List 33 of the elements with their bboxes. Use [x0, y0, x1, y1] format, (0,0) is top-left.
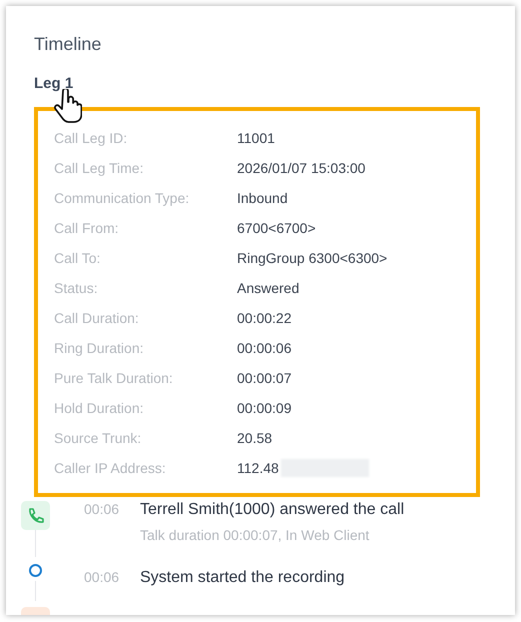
detail-value: Answered: [237, 280, 300, 296]
detail-value: 00:00:06: [237, 340, 292, 356]
detail-label: Call Duration:: [54, 310, 140, 326]
detail-value: 20.58: [237, 430, 272, 446]
phone-icon: [20, 501, 50, 530]
detail-label: Call Leg ID:: [54, 130, 128, 146]
detail-value: 6700<6700>: [237, 220, 316, 236]
detail-label: Ring Duration:: [54, 340, 144, 356]
detail-value: 00:00:09: [237, 400, 292, 416]
detail-value: Inbound: [237, 190, 288, 206]
detail-value: 00:00:22: [237, 310, 292, 326]
circle-icon: [28, 564, 42, 577]
detail-value: 2026/01/07 15:03:00: [237, 160, 366, 176]
event-text: System started the recording: [140, 569, 345, 587]
detail-label: Call From:: [54, 220, 120, 236]
detail-label: Caller IP Address:: [54, 460, 167, 476]
event-time: 00:06: [84, 569, 120, 585]
detail-label: Pure Talk Duration:: [54, 370, 174, 386]
detail-label: Hold Duration:: [54, 400, 144, 416]
section-title: Timeline: [34, 34, 102, 55]
detail-label: Source Trunk:: [54, 430, 142, 446]
event-detail: Talk duration 00:00:07, In Web Client: [140, 527, 370, 543]
event-text: Terrell Smith(1000) answered the call: [140, 501, 404, 519]
detail-value: RingGroup 6300<6300>: [237, 250, 388, 266]
detail-label: Communication Type:: [54, 190, 190, 206]
detail-label: Status:: [54, 280, 99, 296]
event-time: 00:06: [84, 501, 120, 517]
detail-value: 112.48: [237, 460, 279, 476]
leg-link[interactable]: Leg 1: [34, 75, 74, 92]
detail-value: 11001: [237, 130, 275, 146]
detail-label: Call Leg Time:: [54, 160, 144, 176]
detail-label: Call To:: [54, 250, 102, 266]
detail-value: 00:00:07: [237, 370, 292, 386]
